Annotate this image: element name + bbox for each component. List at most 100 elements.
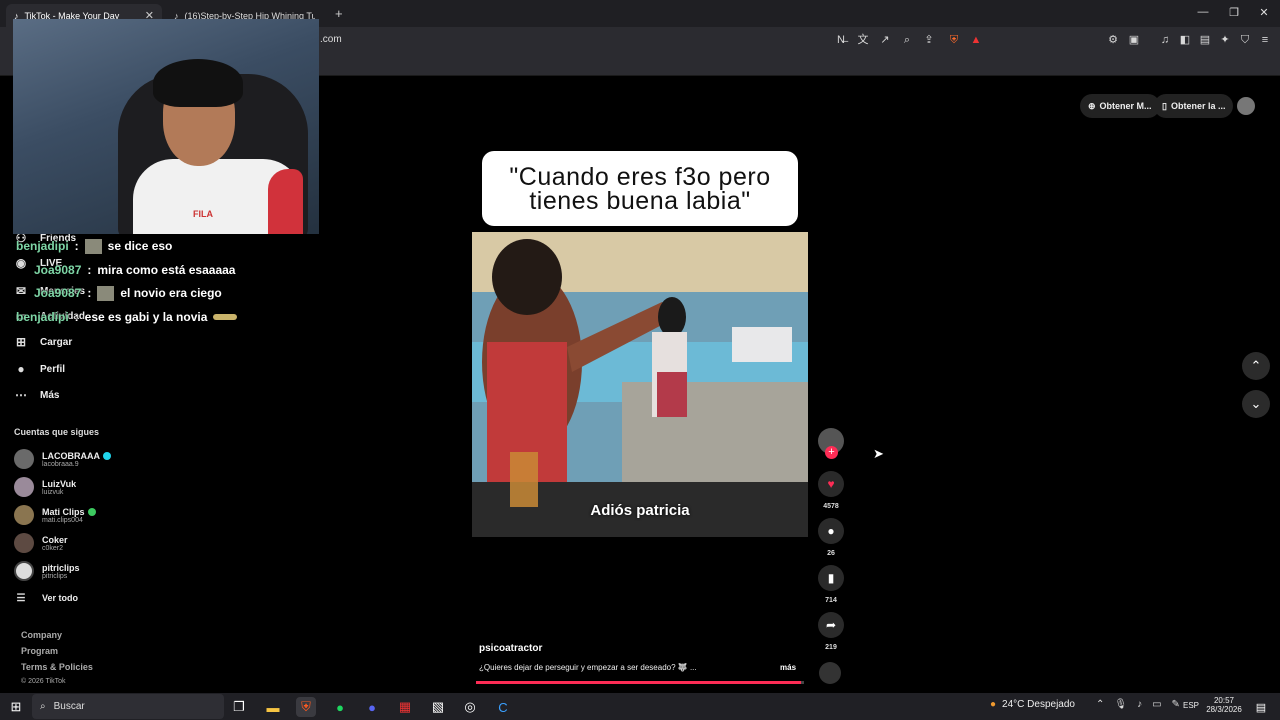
media-icon[interactable]: ♫ (1158, 33, 1172, 47)
mouse-cursor-icon: ➤ (873, 446, 884, 461)
task-view-icon[interactable]: ❐ (229, 697, 249, 717)
file-explorer-icon[interactable]: ▬ (263, 697, 283, 717)
previous-video-button[interactable]: ⌃ (1242, 352, 1270, 380)
follow-plus-icon[interactable]: + (825, 446, 838, 459)
rewards-icon[interactable]: ▲ (969, 33, 983, 47)
following-account[interactable]: LuizVuk luizvuk (14, 475, 76, 499)
chat-text: mira como está esaaaaa (97, 263, 236, 277)
open-external-icon[interactable]: ↗ (878, 33, 892, 47)
messages-icon: ✉ (15, 284, 27, 298)
upload-icon: ⊞ (15, 335, 27, 349)
chevron-down-icon: ⌄ (1250, 396, 1262, 411)
video-subtitle: Adiós patricia (590, 502, 690, 519)
footer-program-link[interactable]: Program (21, 646, 58, 656)
emote-icon (97, 285, 115, 301)
streamer-hair (153, 59, 243, 107)
translate-icon[interactable]: 文 (856, 33, 870, 47)
footer-company-link[interactable]: Company (21, 630, 62, 640)
next-video-button[interactable]: ⌄ (1242, 390, 1270, 418)
app-c-icon[interactable]: C (493, 697, 513, 717)
url-text[interactable]: .com (320, 34, 342, 45)
voicemeeter-icon[interactable]: ▦ (395, 697, 415, 717)
music-disc-icon[interactable] (819, 662, 841, 684)
share-count: 219 (825, 644, 837, 651)
zoom-icon[interactable]: ⌕ (900, 33, 914, 47)
chat-username: Joa9087 (34, 286, 82, 300)
sidebar-item-label: Cargar (40, 336, 73, 348)
account-name: pitriclips (42, 562, 80, 573)
vpn-icon[interactable]: ⛉ (1238, 33, 1252, 47)
windows-start-icon[interactable]: ⊞ (6, 697, 26, 717)
app-icon[interactable]: ▧ (428, 697, 448, 717)
sidebar-item-profile[interactable]: ● Perfil (14, 360, 65, 378)
author-name[interactable]: psicoatractor (479, 643, 542, 654)
avatar (14, 505, 34, 525)
heart-icon: ♥ (827, 477, 835, 491)
account-name: Mati Clips (42, 506, 85, 517)
system-tray[interactable]: ⌃ 🎙 ♪ ▭ ✎ (1096, 699, 1180, 710)
wallet-icon[interactable]: ▣ (1127, 33, 1141, 47)
clock[interactable]: 20:57 28/3/2026 (1203, 696, 1245, 714)
following-account[interactable]: pitriclips pitriclips (14, 559, 80, 583)
language-indicator[interactable]: ESP (1183, 701, 1199, 710)
notifications-icon[interactable]: ▤ (1251, 697, 1271, 717)
chat-text: se dice eso (107, 239, 173, 253)
get-desktop-button[interactable]: ▯ Obtener la ... (1154, 94, 1234, 118)
microphone-icon: 🎙 (1114, 699, 1128, 710)
desktop-icon: ▯ (1162, 100, 1167, 111)
spotify-icon[interactable]: ● (330, 697, 350, 717)
bookmark-icon: ▮ (827, 571, 835, 585)
close-window-icon[interactable]: ✕ (1257, 6, 1271, 20)
avatar[interactable] (1237, 97, 1255, 115)
restore-icon[interactable]: ❐ (1227, 6, 1241, 20)
sidebar-icon[interactable]: ◧ (1178, 33, 1192, 47)
wallet2-icon[interactable]: ▤ (1198, 33, 1212, 47)
account-handle: luizvuk (42, 488, 64, 496)
account-name: LACOBRAAA (42, 450, 100, 461)
search-icon: ⌕ (40, 701, 46, 712)
footer-terms-link[interactable]: Terms & Policies (21, 662, 93, 672)
extensions-icon[interactable]: ⚙ (1106, 33, 1120, 47)
avatar (14, 561, 34, 581)
following-account[interactable]: Coker c0ker2 (14, 531, 68, 555)
like-button[interactable]: ♥ (818, 471, 844, 497)
ai-icon[interactable]: ✦ (1218, 33, 1232, 47)
chat-username: Joa9087 (34, 263, 82, 277)
weather-icon: ● (990, 699, 997, 710)
search-placeholder: Buscar (53, 701, 85, 712)
sidebar-item-upload[interactable]: ⊞ Cargar (14, 333, 72, 351)
menu-icon[interactable]: ≡ (1258, 33, 1272, 47)
brave-browser-icon[interactable]: ⛨ (296, 697, 316, 717)
share-button[interactable]: ➦ (818, 612, 844, 638)
following-account[interactable]: Mati Clips mati.clips004 (14, 503, 96, 527)
avatar (14, 477, 34, 497)
clock-time: 20:57 (1213, 696, 1235, 705)
avatar (14, 449, 34, 469)
verified-icon (103, 451, 111, 460)
live-icon: ◉ (15, 256, 27, 270)
more-button[interactable]: más (780, 663, 796, 672)
brave-shield-icon[interactable]: ⛨ (947, 33, 961, 47)
sidebar-item-more[interactable]: ⋯ Más (14, 386, 59, 404)
get-desktop-label: Obtener la ... (1170, 101, 1226, 111)
get-app-button[interactable]: ⊕ Obtener M... (1080, 94, 1160, 118)
taskbar-search[interactable]: ⌕ Buscar (32, 694, 224, 719)
weather-widget[interactable]: ● 24°C Despejado (990, 699, 1075, 710)
progress-track[interactable] (476, 681, 804, 684)
share-icon[interactable]: ⇪ (922, 33, 936, 47)
comment-button[interactable]: ● (818, 518, 844, 544)
video-player[interactable]: Adiós patricia (472, 232, 808, 537)
sidebar-item-label: Más (40, 389, 60, 401)
chevron-up-icon: ⌃ (1250, 358, 1262, 373)
save-button[interactable]: ▮ (818, 565, 844, 591)
app-icon: ⊕ (1088, 100, 1096, 111)
discord-icon[interactable]: ● (362, 697, 382, 717)
see-all-button[interactable]: ☰ Ver todo (14, 589, 79, 607)
minimize-icon[interactable]: — (1196, 6, 1210, 20)
webcam-overlay: FILA (13, 19, 319, 234)
new-tab-button[interactable]: + (335, 6, 343, 21)
following-account[interactable]: LACOBRAAA lacobraaa.9 (14, 447, 111, 471)
reader-icon[interactable]: N̶ (834, 33, 848, 47)
obs-icon[interactable]: ◎ (460, 697, 480, 717)
more-icon: ⋯ (15, 388, 27, 402)
